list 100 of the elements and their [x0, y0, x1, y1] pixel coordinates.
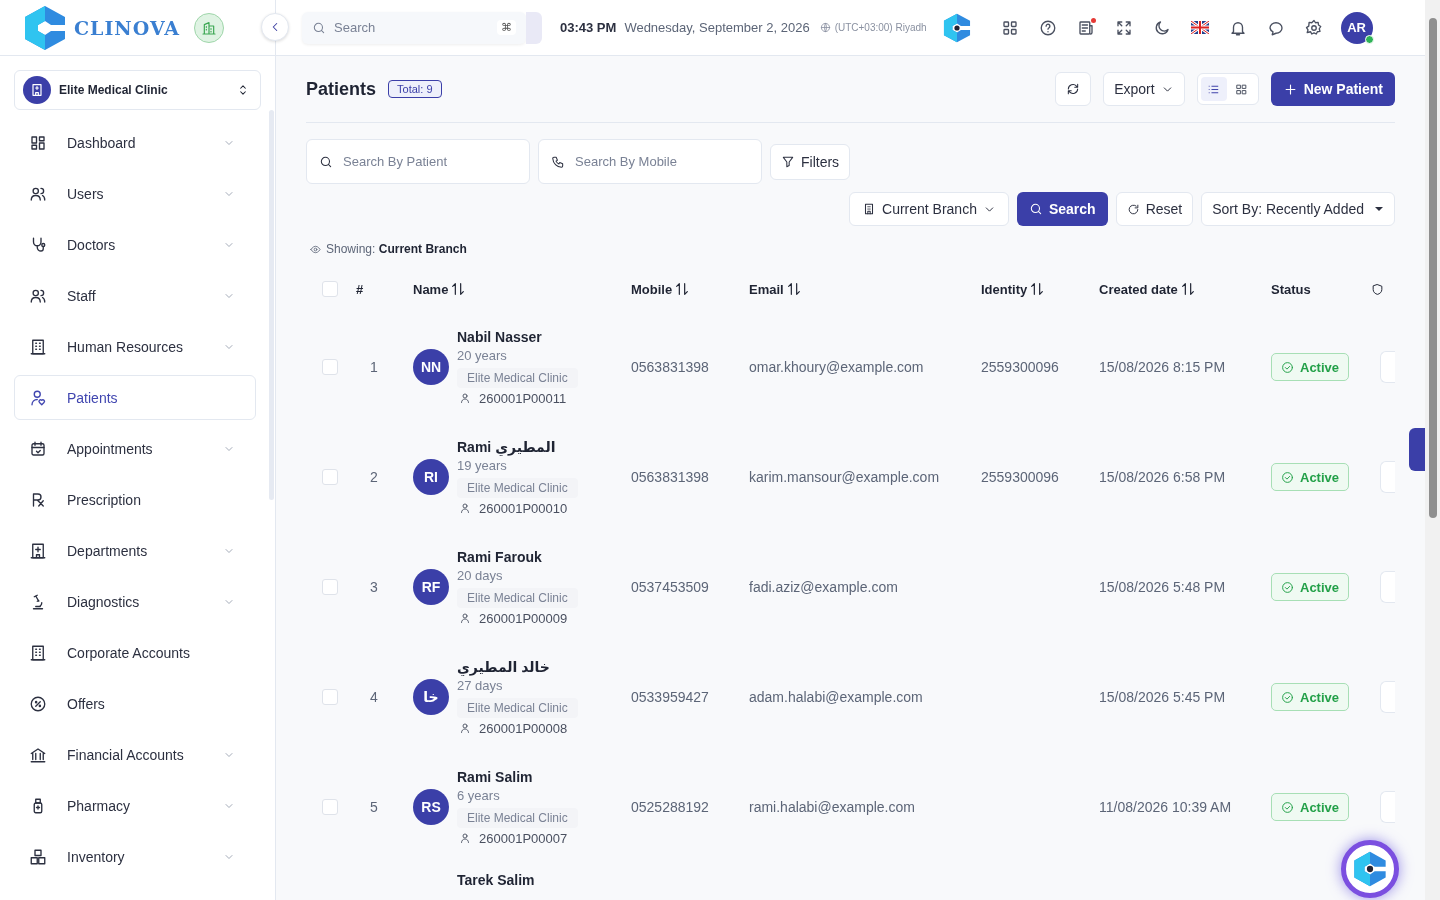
news-icon [1076, 18, 1095, 37]
sidebar-item[interactable]: Inventory [14, 834, 256, 879]
row-checkbox[interactable] [322, 799, 338, 815]
column-header[interactable]: Name [413, 281, 449, 297]
mobile-cell: 0563831398 [631, 359, 709, 375]
row-checkbox[interactable] [322, 469, 338, 485]
patient-name: Rami Farouk [457, 548, 543, 565]
column-header: Status [1271, 281, 1311, 297]
filters-button[interactable]: Filters [770, 143, 851, 180]
patient-name: Rami المطيري [457, 438, 557, 455]
column-header[interactable]: Email [749, 281, 784, 297]
user-icon [459, 722, 471, 734]
settings-button[interactable] [1304, 18, 1323, 37]
check-circle-icon [1281, 800, 1294, 814]
help-icon [1038, 18, 1057, 37]
email-cell: omar.khoury@example.com [749, 359, 924, 375]
row-checkbox[interactable] [322, 579, 338, 595]
patient-avatar: RI [413, 459, 449, 495]
sidebar-item[interactable]: Staff [14, 273, 256, 318]
shortcut-key: ⌘ [497, 20, 516, 35]
patient-avatar: RS [413, 789, 449, 825]
patient-file-number: 260001P00008 [479, 720, 568, 736]
refresh-button[interactable] [1055, 72, 1092, 106]
eye-icon [310, 243, 321, 255]
apps-button[interactable] [1000, 18, 1019, 37]
mobile-cell: 0533959427 [631, 689, 709, 705]
sidebar-item[interactable]: Patients [14, 375, 256, 420]
sidebar-scrollbar[interactable] [269, 110, 274, 500]
refresh-icon [1066, 82, 1081, 96]
logo-icon [24, 4, 66, 51]
status-badge: Active [1271, 573, 1350, 601]
row-checkbox[interactable] [322, 689, 338, 705]
created-date-cell: 15/08/2026 5:45 PM [1099, 689, 1226, 705]
grid-icon [1235, 82, 1249, 96]
sidebar-item[interactable]: Prescription [14, 477, 256, 522]
logo-icon [942, 12, 971, 43]
sort-icon [1029, 281, 1046, 297]
sidebar-item[interactable]: Offers [14, 681, 256, 726]
email-cell: fadi.aziz@example.com [749, 579, 898, 595]
patient-search-input[interactable]: Search By Patient [343, 154, 517, 169]
sidebar-item[interactable]: Dashboard [14, 120, 256, 165]
search-field[interactable]: Search ⌘ [302, 11, 526, 44]
globe-icon [819, 22, 831, 33]
row-number: 3 [370, 579, 378, 595]
mobile-search-input[interactable]: Search By Mobile [575, 154, 749, 169]
scrollbar[interactable] [1428, 18, 1437, 518]
column-header[interactable]: Identity [981, 281, 1028, 297]
check-circle-icon [1281, 360, 1294, 374]
patient-avatar: NN [413, 349, 449, 385]
reset-button[interactable]: Reset [1115, 192, 1194, 226]
sort-icon [674, 281, 691, 297]
user-avatar[interactable]: AR [1340, 11, 1373, 44]
search-input[interactable]: Search [334, 20, 484, 35]
patient-age: 6 years [457, 787, 501, 803]
patient-age: 19 years [457, 457, 508, 473]
help-button[interactable] [1038, 18, 1057, 37]
assistant-button[interactable] [1341, 840, 1399, 898]
sidebar-item[interactable]: Departments [14, 528, 256, 573]
sidebar-item[interactable]: Doctors [14, 222, 256, 267]
timezone: (UTC+03:00) Riyadh [834, 22, 927, 33]
language-button[interactable] [1190, 21, 1209, 34]
sort-icon [450, 281, 467, 297]
row-number: 5 [370, 799, 378, 815]
export-button[interactable]: Export [1103, 72, 1185, 106]
total-count: Total: 9 [388, 80, 442, 98]
flag-icon [1190, 21, 1209, 34]
identity-cell: 2559300096 [981, 469, 1059, 485]
select-all-checkbox[interactable] [322, 281, 338, 297]
reset-icon [1126, 202, 1140, 216]
sidebar-item[interactable]: Diagnostics [14, 579, 256, 624]
sidebar-item[interactable]: Appointments [14, 426, 256, 471]
search-icon [319, 154, 333, 169]
fullscreen-button[interactable] [1114, 18, 1133, 37]
shield-icon [1371, 282, 1384, 296]
new-patient-button[interactable]: New Patient [1270, 72, 1395, 106]
boxes-icon [29, 847, 47, 866]
calendar-icon [29, 439, 47, 458]
column-header[interactable]: Created date [1099, 281, 1178, 297]
patient-search-field[interactable]: Search By Patient [306, 139, 530, 184]
branch-dropdown[interactable]: Current Branch [849, 192, 1009, 226]
mobile-cell: 0525288192 [631, 799, 709, 815]
search-button[interactable]: Search [1016, 192, 1108, 226]
row-number: 2 [370, 469, 378, 485]
patient-age: 20 days [457, 567, 504, 583]
logo-icon [1353, 851, 1387, 887]
clinic-tag: Elite Medical Clinic [457, 587, 578, 608]
sort-dropdown[interactable]: Sort By: Recently Added [1201, 192, 1395, 226]
list-view-button[interactable] [1200, 77, 1227, 101]
sidebar-item[interactable]: Human Resources [14, 324, 256, 369]
organization-selector[interactable]: Elite Medical Clinic [14, 70, 261, 110]
mobile-search-field[interactable]: Search By Mobile [538, 139, 762, 184]
side-panel-tab[interactable] [1409, 428, 1425, 471]
sidebar-item[interactable]: Corporate Accounts [14, 630, 256, 675]
column-header[interactable]: Mobile [631, 281, 673, 297]
sidebar-item[interactable]: Pharmacy [14, 783, 256, 828]
sidebar-item[interactable]: Financial Accounts [14, 732, 256, 777]
patient-avatar: RF [413, 569, 449, 605]
news-button[interactable] [1076, 18, 1095, 37]
sidebar-item[interactable]: Users [14, 171, 256, 216]
row-checkbox[interactable] [322, 359, 338, 375]
